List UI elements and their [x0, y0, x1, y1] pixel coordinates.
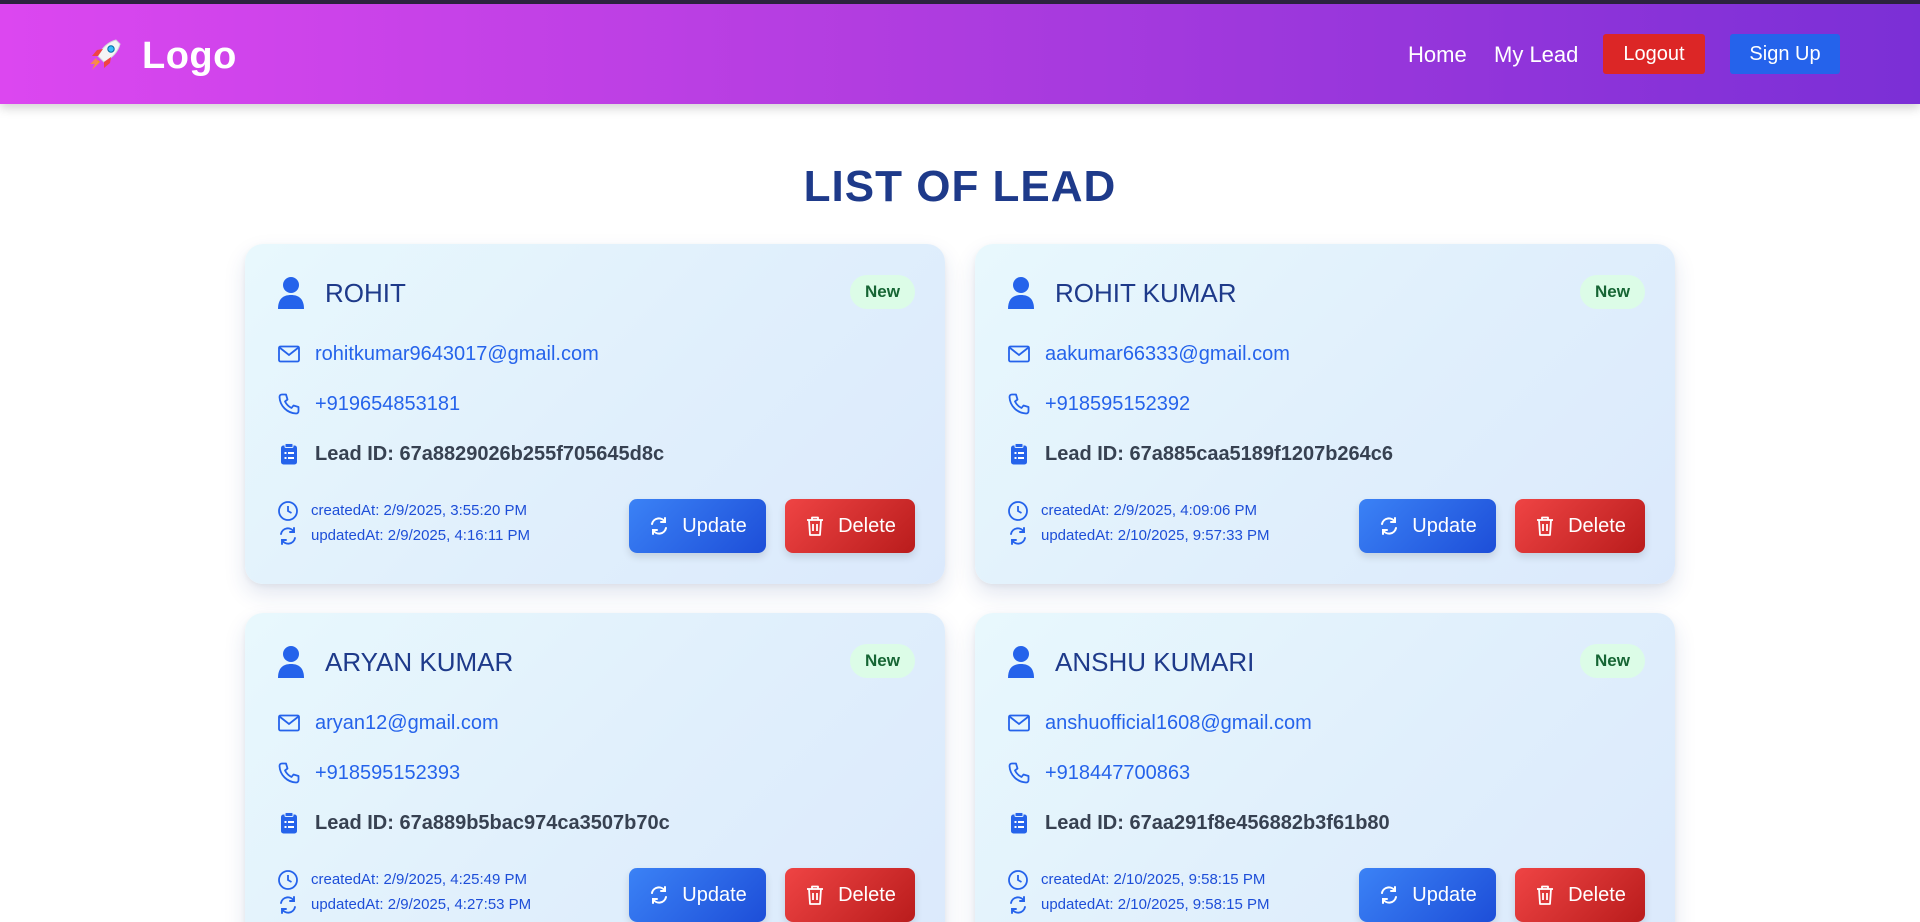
trash-icon [807, 885, 824, 905]
phone-icon [1007, 761, 1031, 785]
update-button[interactable]: Update [629, 868, 766, 922]
refresh-icon [651, 886, 668, 904]
delete-button-label: Delete [838, 883, 896, 906]
nav-my-lead-link[interactable]: My Lead [1494, 42, 1578, 68]
clipboard-icon [277, 442, 301, 466]
signup-button[interactable]: Sign Up [1730, 34, 1840, 74]
lead-phone[interactable]: +919654853181 [315, 393, 460, 416]
lead-name: ROHIT KUMAR [1055, 278, 1237, 308]
refresh-icon [1381, 886, 1398, 904]
created-at: createdAt: 2/9/2025, 4:09:06 PM [1041, 502, 1257, 519]
user-icon [277, 645, 305, 679]
update-button[interactable]: Update [629, 499, 766, 553]
updated-at: updatedAt: 2/9/2025, 4:16:11 PM [311, 527, 531, 544]
lead-phone[interactable]: +918595152393 [315, 762, 460, 785]
update-button[interactable]: Update [1359, 868, 1496, 922]
refresh-icon [277, 525, 299, 547]
clock-icon [277, 500, 299, 522]
clock-icon [1007, 500, 1029, 522]
clipboard-icon [277, 811, 301, 835]
clipboard-icon [1007, 811, 1031, 835]
lead-phone[interactable]: +918447700863 [1045, 762, 1190, 785]
lead-name: ANSHU KUMARI [1055, 647, 1255, 677]
delete-button[interactable]: Delete [1515, 499, 1645, 553]
lead-id: Lead ID: 67a8829026b255f705645d8c [315, 443, 665, 465]
phone-icon [277, 761, 301, 785]
update-button-label: Update [1412, 883, 1477, 906]
lead-email[interactable]: anshuofficial1608@gmail.com [1045, 712, 1312, 735]
lead-card: ROHIT KUMAR New aakumar66333@gmail.com +… [975, 244, 1675, 584]
update-button-label: Update [682, 883, 747, 906]
rocket-icon [86, 34, 126, 79]
delete-button[interactable]: Delete [785, 868, 915, 922]
mail-icon [277, 711, 301, 735]
lead-card: ARYAN KUMAR New aryan12@gmail.com +91859… [245, 613, 945, 922]
updated-at: updatedAt: 2/10/2025, 9:57:33 PM [1041, 527, 1270, 544]
delete-button-label: Delete [1568, 883, 1626, 906]
update-button-label: Update [1412, 514, 1477, 537]
delete-button-label: Delete [1568, 514, 1626, 537]
lead-name: ARYAN KUMAR [325, 647, 514, 677]
delete-button-label: Delete [838, 514, 896, 537]
updated-at: updatedAt: 2/10/2025, 9:58:15 PM [1041, 896, 1270, 913]
lead-id: Lead ID: 67a889b5bac974ca3507b70c [315, 812, 670, 834]
nav-home-link[interactable]: Home [1408, 42, 1467, 68]
user-icon [277, 276, 305, 310]
update-button-label: Update [682, 514, 747, 537]
trash-icon [1537, 516, 1554, 536]
page-title: LIST OF LEAD [803, 162, 1117, 211]
refresh-icon [651, 517, 668, 535]
lead-card: ANSHU KUMARI New anshuofficial1608@gmail… [975, 613, 1675, 922]
created-at: createdAt: 2/10/2025, 9:58:15 PM [1041, 871, 1266, 888]
phone-icon [277, 392, 301, 416]
lead-phone[interactable]: +918595152392 [1045, 393, 1190, 416]
brand-text: Logo [142, 34, 237, 77]
navbar: Logo Home My Lead Logout Sign Up [0, 4, 1920, 104]
refresh-icon [1007, 525, 1029, 547]
created-at: createdAt: 2/9/2025, 4:25:49 PM [311, 871, 527, 888]
status-badge: New [850, 644, 915, 678]
lead-email[interactable]: aryan12@gmail.com [315, 712, 499, 735]
user-icon [1007, 645, 1035, 679]
lead-email[interactable]: aakumar66333@gmail.com [1045, 343, 1290, 366]
status-badge: New [1580, 644, 1645, 678]
trash-icon [1537, 885, 1554, 905]
delete-button[interactable]: Delete [1515, 868, 1645, 922]
refresh-icon [1007, 894, 1029, 916]
clipboard-icon [1007, 442, 1031, 466]
mail-icon [1007, 342, 1031, 366]
refresh-icon [1381, 517, 1398, 535]
user-icon [1007, 276, 1035, 310]
lead-id: Lead ID: 67aa291f8e456882b3f61b80 [1045, 812, 1390, 834]
created-at: createdAt: 2/9/2025, 3:55:20 PM [311, 502, 527, 519]
delete-button[interactable]: Delete [785, 499, 915, 553]
clock-icon [277, 869, 299, 891]
logout-button[interactable]: Logout [1603, 34, 1705, 74]
update-button[interactable]: Update [1359, 499, 1496, 553]
clock-icon [1007, 869, 1029, 891]
lead-email[interactable]: rohitkumar9643017@gmail.com [315, 343, 599, 366]
brand[interactable]: Logo [86, 34, 237, 78]
mail-icon [1007, 711, 1031, 735]
mail-icon [277, 342, 301, 366]
lead-name: ROHIT [325, 278, 406, 308]
updated-at: updatedAt: 2/9/2025, 4:27:53 PM [311, 896, 532, 913]
status-badge: New [1580, 275, 1645, 309]
trash-icon [807, 516, 824, 536]
refresh-icon [277, 894, 299, 916]
phone-icon [1007, 392, 1031, 416]
status-badge: New [850, 275, 915, 309]
lead-card: ROHIT New rohitkumar9643017@gmail.com +9… [245, 244, 945, 584]
lead-id: Lead ID: 67a885caa5189f1207b264c6 [1045, 443, 1394, 465]
